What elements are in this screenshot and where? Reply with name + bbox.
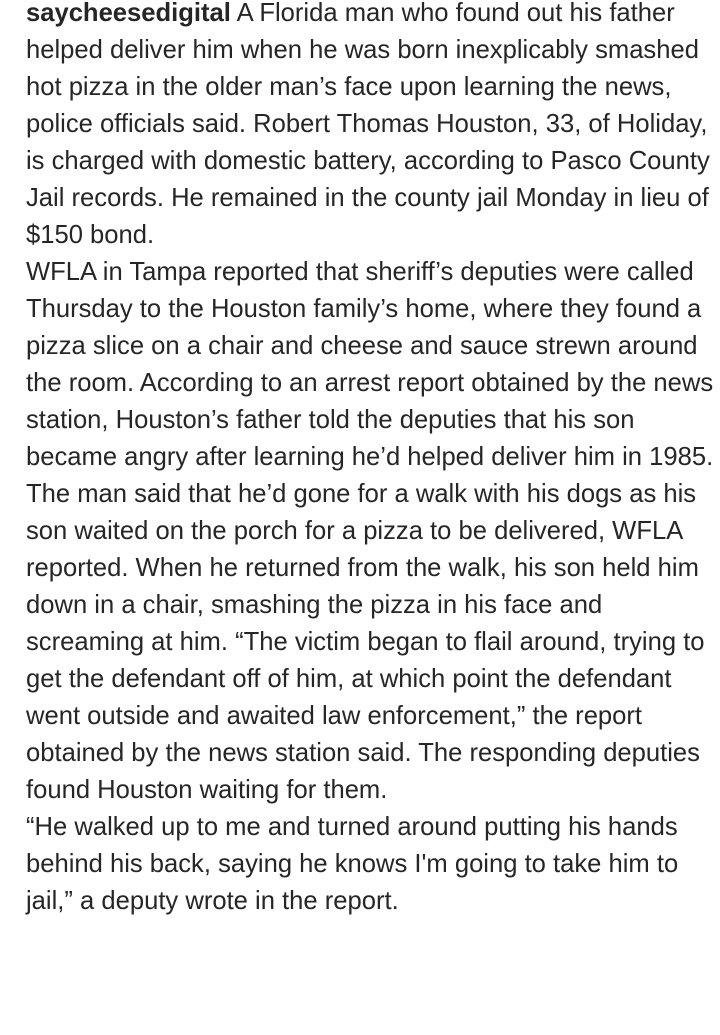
caption-paragraph-2: WFLA in Tampa reported that sheriff’s de… [26,254,714,809]
caption-text-2: WFLA in Tampa reported that sheriff’s de… [26,258,714,804]
caption-text-1: A Florida man who found out his father h… [26,0,710,249]
caption-paragraph-3: “He walked up to me and turned around pu… [26,809,714,920]
post-caption: saycheesedigital A Florida man who found… [26,0,714,920]
username-link[interactable]: saycheesedigital [26,0,231,27]
caption-paragraph-1: saycheesedigital A Florida man who found… [26,0,714,254]
caption-text-3: “He walked up to me and turned around pu… [26,813,679,915]
